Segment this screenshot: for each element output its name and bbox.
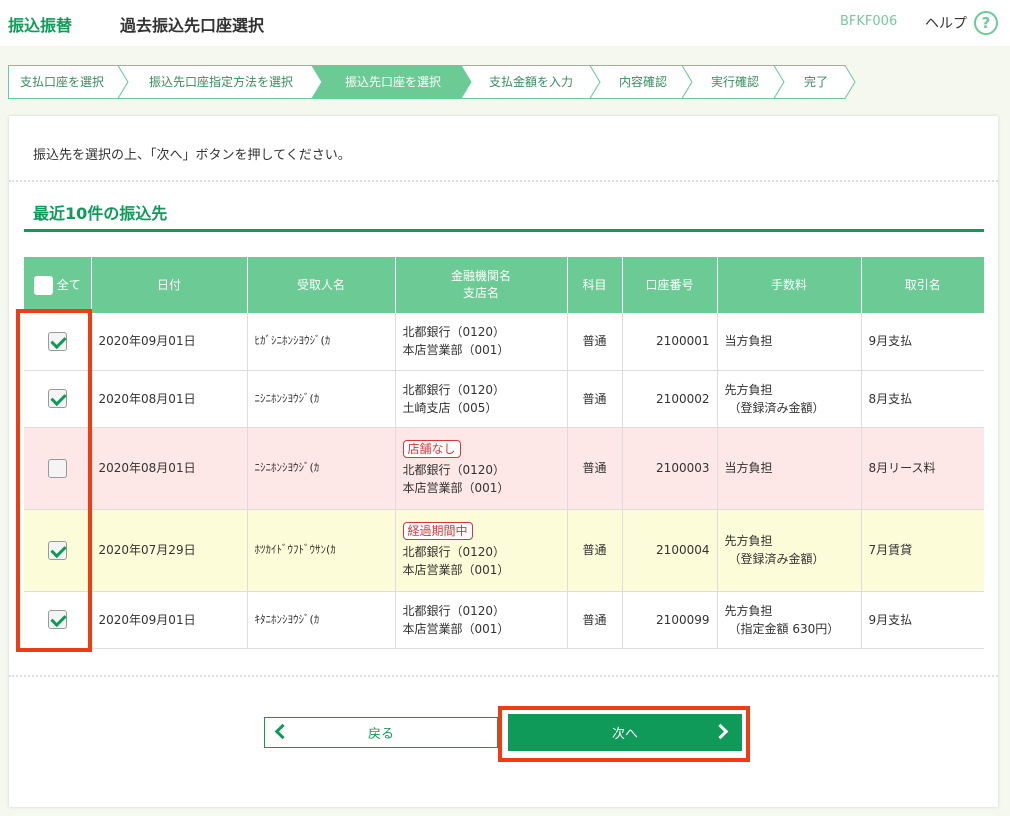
row-fee-main: 先方負担 [724, 382, 773, 397]
row-bank: 北都銀行（0120） 土崎支店（005） [395, 370, 568, 428]
row-type: 普通 [567, 509, 623, 592]
step-2: 振込先口座指定方法を選択 [149, 75, 294, 89]
instruction-text: 振込先を選択の上、「次へ」ボタンを押してください。 [33, 148, 351, 163]
row-bank-name: 北都銀行（0120） [402, 325, 506, 340]
row-bank: 店舗なし北都銀行（0120） 本店営業部（001） [395, 427, 568, 510]
select-all-header[interactable]: 全て [24, 257, 92, 313]
app-header: 振込振替 過去振込先口座選択 BFKF006 ヘルプ ? [0, 0, 1010, 46]
row-fee: 当方負担 [717, 313, 862, 371]
select-all-label: 全て [56, 277, 81, 292]
step-6: 実行確認 [711, 75, 760, 89]
row-fee: 先方負担 （登録済み金額） [717, 509, 862, 592]
row-memo: 9月支払 [861, 313, 984, 371]
select-all-checkbox[interactable] [33, 275, 53, 295]
section-title: 最近10件の振込先 [33, 204, 168, 223]
table-row: 2020年09月01日 ﾋｶﾞｼﾆﾎﾝｼﾖｳｼﾞ(ｶ 北都銀行（0120） 本店営… [24, 313, 984, 371]
category-title: 振込振替 [8, 16, 73, 35]
status-badge: 店舗なし [402, 439, 461, 458]
row-fee-sub: （登録済み金額） [728, 400, 825, 415]
col-bank-line2: 支店名 [462, 286, 499, 300]
table-row: 2020年08月01日 ﾆｼﾆﾎﾝｼﾖｳｼﾞ(ｶ 北都銀行（0120） 土崎支店（… [24, 370, 984, 428]
row-account: 2100002 [622, 370, 718, 428]
row-bank-name: 北都銀行（0120） [402, 544, 506, 559]
row-memo: 9月支払 [861, 591, 984, 649]
divider [9, 675, 998, 677]
row-payee: ﾎﾂｶｲﾄﾞｳﾌﾄﾞｳｻﾝ(ｶ [247, 509, 396, 592]
row-fee-main: 当方負担 [724, 334, 773, 349]
row-bank: 北都銀行（0120） 本店営業部（001） [395, 591, 568, 649]
row-fee: 先方負担 （指定金額 630円） [717, 591, 862, 649]
row-branch-name: 本店営業部（001） [402, 562, 510, 577]
screen-code: BFKF006 [840, 14, 898, 29]
row-account: 2100001 [622, 313, 718, 371]
row-fee-sub: （登録済み金額） [728, 552, 825, 566]
row-payee: ﾋｶﾞｼﾆﾎﾝｼﾖｳｼﾞ(ｶ [247, 313, 396, 371]
row-date: 2020年07月29日 [91, 509, 248, 592]
row-branch-name: 本店営業部（001） [402, 621, 510, 636]
section-underline [24, 229, 984, 232]
row-type: 普通 [567, 591, 623, 649]
row-fee: 先方負担 （登録済み金額） [717, 370, 862, 428]
row-branch-name: 本店営業部（001） [402, 480, 510, 495]
back-button-label: 戻る [367, 727, 394, 742]
row-date: 2020年08月01日 [91, 427, 248, 510]
row-payee: ﾆｼﾆﾎﾝｼﾖｳｼﾞ(ｶ [247, 427, 396, 510]
row-date: 2020年08月01日 [91, 370, 248, 428]
row-fee-main: 先方負担 [724, 603, 773, 618]
col-date: 日付 [91, 257, 248, 313]
row-type: 普通 [567, 313, 623, 371]
col-memo: 取引名 [861, 257, 984, 313]
row-date: 2020年09月01日 [91, 591, 248, 649]
step-4: 支払金額を入力 [489, 75, 574, 89]
row-account: 2100099 [622, 591, 718, 649]
next-button-highlight-box [498, 706, 750, 762]
col-payee: 受取人名 [247, 257, 396, 313]
row-account: 2100004 [622, 509, 718, 592]
step-5: 内容確認 [619, 75, 668, 89]
col-bank: 金融機関名 支店名 [395, 257, 568, 313]
row-memo: 8月支払 [861, 370, 984, 428]
help-link[interactable]: ヘルプ [925, 13, 967, 33]
row-payee: ﾆｼﾆﾎﾝｼﾖｳｼﾞ(ｶ [247, 370, 396, 428]
row-fee: 当方負担 [717, 427, 862, 510]
table-row: 2020年08月01日 ﾆｼﾆﾎﾝｼﾖｳｼﾞ(ｶ 店舗なし北都銀行（0120） 本… [24, 427, 984, 510]
step-3-active: 振込先口座を選択 [345, 75, 442, 89]
row-type: 普通 [567, 427, 623, 510]
table-row: 2020年07月29日 ﾎﾂｶｲﾄﾞｳﾌﾄﾞｳｻﾝ(ｶ 経過期間中北都銀行（01… [24, 509, 984, 592]
row-fee-main: 当方負担 [724, 461, 773, 475]
row-bank-name: 北都銀行（0120） [402, 603, 506, 618]
row-bank-name: 北都銀行（0120） [402, 382, 506, 397]
payee-table: 全て 日付 受取人名 金融機関名支店名 科目 口座番号 手数料 取引名 2020… [24, 257, 984, 649]
row-fee-sub: （指定金額 630円） [728, 621, 840, 636]
main-panel: 振込先を選択の上、「次へ」ボタンを押してください。 最近10件の振込先 全て 日… [9, 116, 998, 807]
row-type: 普通 [567, 370, 623, 428]
checkbox-highlight-box [16, 309, 92, 652]
row-branch-name: 本店営業部（001） [402, 343, 510, 358]
status-badge: 経過期間中 [402, 521, 473, 540]
table-header-row: 全て 日付 受取人名 金融機関名支店名 科目 口座番号 手数料 取引名 [24, 257, 984, 313]
row-date: 2020年09月01日 [91, 313, 248, 371]
col-bank-line1: 金融機関名 [450, 269, 511, 283]
col-account: 口座番号 [622, 257, 718, 313]
row-bank-name: 北都銀行（0120） [402, 462, 506, 477]
row-fee-main: 先方負担 [724, 534, 773, 548]
chevron-left-icon [274, 723, 291, 740]
col-fee: 手数料 [717, 257, 862, 313]
row-bank: 経過期間中北都銀行（0120） 本店営業部（001） [395, 509, 568, 592]
row-memo: 7月賃貸 [861, 509, 984, 592]
step-1: 支払口座を選択 [20, 75, 105, 89]
row-bank: 北都銀行（0120） 本店営業部（001） [395, 313, 568, 371]
col-type: 科目 [567, 257, 623, 313]
row-account: 2100003 [622, 427, 718, 510]
row-payee: ｷﾀﾆﾎﾝｼﾖｳｼﾞ(ｶ [247, 591, 396, 649]
page-title: 過去振込先口座選択 [120, 16, 265, 35]
help-icon[interactable]: ? [974, 11, 998, 35]
divider [9, 180, 998, 182]
table-row: 2020年09月01日 ｷﾀﾆﾎﾝｼﾖｳｼﾞ(ｶ 北都銀行（0120） 本店営業部… [24, 591, 984, 649]
back-button[interactable]: 戻る [264, 717, 498, 748]
row-branch-name: 土崎支店（005） [402, 400, 498, 415]
step-7: 完了 [804, 75, 829, 89]
row-memo: 8月リース料 [861, 427, 984, 510]
